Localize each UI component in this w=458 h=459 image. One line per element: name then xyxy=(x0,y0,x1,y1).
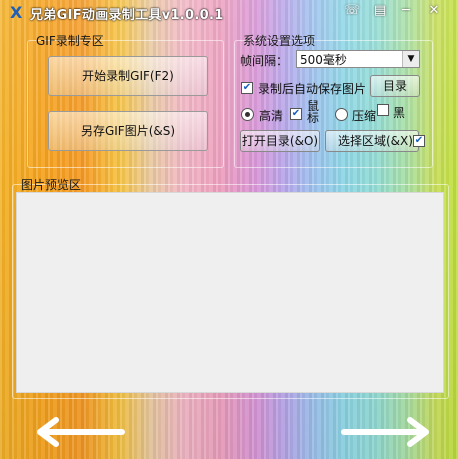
minimize-icon[interactable]: ─ xyxy=(396,2,416,20)
start-record-button[interactable]: 开始录制GIF(F2) xyxy=(48,56,208,96)
dir-button[interactable]: 目录 xyxy=(370,75,420,97)
title-bar: X 兄弟GIF动画录制工具v1.0.0.1 ☏ ▤ ─ ✕ xyxy=(0,0,458,26)
left-arrow-icon[interactable] xyxy=(34,414,126,450)
autosave-label: 录制后自动保存图片 xyxy=(258,82,367,96)
image-preview-area xyxy=(16,192,444,393)
settings-group-legend: 系统设置选项 xyxy=(243,34,316,48)
main-window: X 兄弟GIF动画录制工具v1.0.0.1 ☏ ▤ ─ ✕ GIF录制专区 开始… xyxy=(0,0,458,459)
select-area-checkbox[interactable]: ✔ xyxy=(413,135,425,147)
right-arrow-icon[interactable] xyxy=(340,414,432,450)
open-dir-button[interactable]: 打开目录(&O) xyxy=(240,130,320,152)
black-checkbox[interactable] xyxy=(377,104,389,116)
mouse-checkbox[interactable]: ✔ xyxy=(290,108,302,120)
preview-group: 图片预览区 xyxy=(12,178,449,399)
mouse-label-bottom: 标 xyxy=(307,111,320,125)
select-area-button[interactable]: 选择区域(&X) xyxy=(325,130,419,152)
frame-interval-label: 帧间隔： xyxy=(240,54,289,68)
frame-interval-select[interactable]: 500毫秒 ▼ xyxy=(296,50,420,68)
gif-record-group: GIF录制专区 开始录制GIF(F2) 另存GIF图片(&S) xyxy=(27,34,224,168)
select-area-label: 选择区域(&X) xyxy=(338,134,413,148)
gif-group-legend: GIF录制专区 xyxy=(36,34,104,48)
preview-group-legend: 图片预览区 xyxy=(21,178,82,192)
frame-interval-value: 500毫秒 xyxy=(300,53,347,67)
hd-label: 高清 xyxy=(259,109,284,123)
black-label: 黑 xyxy=(393,106,406,120)
chevron-down-icon[interactable]: ▼ xyxy=(402,51,419,67)
autosave-checkbox[interactable]: ✔ xyxy=(241,82,253,94)
compress-radio[interactable] xyxy=(335,108,348,121)
close-icon[interactable]: ✕ xyxy=(424,2,444,20)
app-logo-icon: X xyxy=(10,3,23,22)
feedback-icon[interactable]: ☏ xyxy=(342,2,362,20)
window-title: 兄弟GIF动画录制工具v1.0.0.1 xyxy=(30,8,224,23)
compress-label: 压缩 xyxy=(352,109,377,123)
hd-radio[interactable] xyxy=(241,108,254,121)
system-settings-group: 系统设置选项 帧间隔： 500毫秒 ▼ ✔ 录制后自动保存图片 目录 高清 ✔ … xyxy=(234,34,433,168)
save-as-button[interactable]: 另存GIF图片(&S) xyxy=(48,111,208,151)
menu-icon[interactable]: ▤ xyxy=(370,2,390,20)
